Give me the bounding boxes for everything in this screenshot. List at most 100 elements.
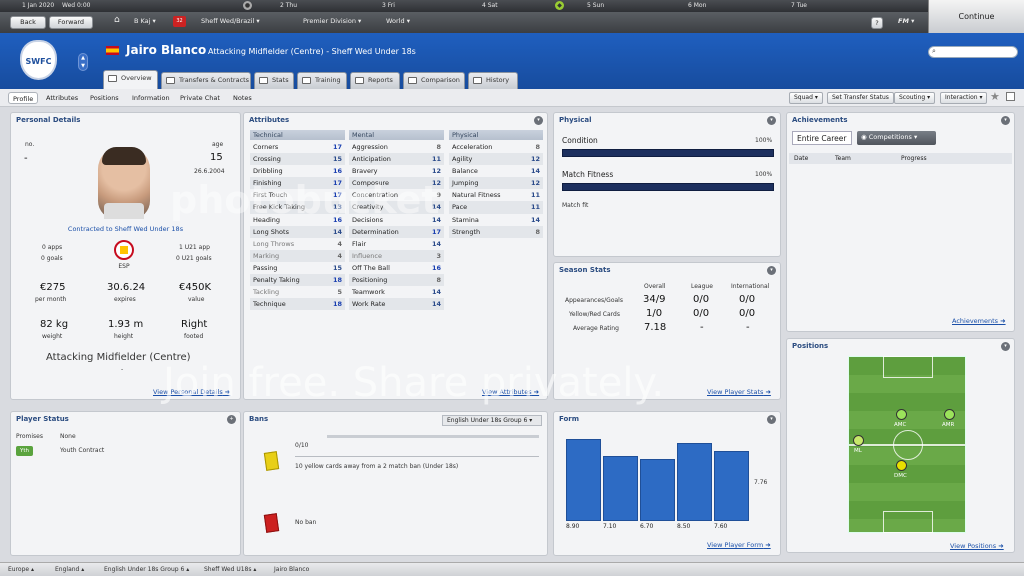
attribute-row[interactable]: Pace 11: [449, 201, 543, 214]
form-bar[interactable]: [677, 442, 712, 521]
attribute-row[interactable]: Heading 16: [250, 214, 345, 226]
subnav-private-chat[interactable]: Private Chat: [176, 92, 224, 104]
attribute-row[interactable]: Crossing 15: [250, 153, 345, 166]
world-dropdown[interactable]: World ▾: [386, 17, 410, 25]
attribute-row[interactable]: Composure 12: [349, 177, 444, 190]
panel-menu-icon[interactable]: ▾: [767, 116, 776, 125]
view-player-stats-link[interactable]: View Player Stats ➜: [707, 388, 771, 396]
subnav-information[interactable]: Information: [128, 92, 174, 104]
contract-link[interactable]: Contracted to Sheff Wed Under 18s: [11, 225, 240, 233]
back-button[interactable]: Back: [10, 16, 46, 29]
set-transfer-status-button[interactable]: Set Transfer Status: [827, 92, 894, 104]
position-dot-amc[interactable]: [896, 409, 907, 420]
attribute-row[interactable]: Off The Ball 16: [349, 262, 444, 274]
attribute-row[interactable]: Passing 15: [250, 262, 345, 274]
attribute-row[interactable]: Determination 17: [349, 225, 444, 238]
subnav-positions[interactable]: Positions: [86, 92, 123, 104]
inbox-icon[interactable]: 32: [173, 16, 186, 27]
attribute-row[interactable]: First Touch 17: [250, 189, 345, 201]
fm-menu[interactable]: FM ▾: [898, 17, 914, 25]
tab-overview[interactable]: Overview: [103, 70, 158, 89]
home-icon[interactable]: ⌂: [114, 15, 120, 25]
manager-dropdown[interactable]: B Kaj ▾: [134, 17, 156, 25]
form-bar[interactable]: [603, 455, 638, 521]
form-bar[interactable]: [640, 459, 675, 521]
attribute-row[interactable]: Natural Fitness 11: [449, 189, 543, 201]
breadcrumb-item[interactable]: English Under 18s Group 6 ▴: [104, 566, 189, 573]
view-personal-details-link[interactable]: View Personal Details ➜: [153, 388, 230, 396]
attribute-row[interactable]: Influence 3: [349, 249, 444, 262]
view-attributes-link[interactable]: View Attributes ➜: [482, 388, 539, 396]
date-item[interactable]: 5 Sun: [587, 2, 604, 9]
attribute-row[interactable]: Bravery 12: [349, 165, 444, 177]
competition-dropdown[interactable]: Premier Division ▾: [303, 17, 361, 25]
scouting-button[interactable]: Scouting ▾: [894, 92, 936, 104]
attribute-row[interactable]: Teamwork 14: [349, 286, 444, 298]
add-note-icon[interactable]: [1006, 92, 1015, 101]
panel-menu-icon[interactable]: ▾: [1001, 116, 1010, 125]
view-positions-link[interactable]: View Positions ➜: [950, 542, 1004, 550]
attribute-row[interactable]: Tackling 5: [250, 286, 345, 298]
position-dot-dmc[interactable]: [896, 460, 907, 471]
date-item[interactable]: 2 Thu: [280, 2, 297, 9]
player-switcher[interactable]: ▲ ▼: [78, 53, 88, 71]
achievements-link[interactable]: Achievements ➜: [952, 317, 1006, 325]
attribute-row[interactable]: Long Throws 4: [250, 238, 345, 250]
attribute-row[interactable]: Dribbling 16: [250, 165, 345, 177]
competitions-dropdown[interactable]: ◉ Competitions ▾: [857, 131, 936, 145]
attribute-row[interactable]: Flair 14: [349, 238, 444, 250]
attribute-row[interactable]: Agility 12: [449, 153, 543, 166]
panel-menu-icon[interactable]: ▾: [534, 116, 543, 125]
tab-training[interactable]: Training: [297, 72, 347, 89]
form-bar[interactable]: [566, 439, 601, 521]
form-bar[interactable]: [714, 451, 749, 521]
attribute-row[interactable]: Strength 8: [449, 225, 543, 238]
attribute-row[interactable]: Technique 18: [250, 298, 345, 311]
position-dot-ml[interactable]: [853, 435, 864, 446]
breadcrumb-item[interactable]: Europe ▴: [8, 566, 34, 573]
entire-career-button[interactable]: Entire Career: [792, 131, 852, 145]
subnav-profile[interactable]: Profile: [8, 92, 39, 104]
club-dropdown[interactable]: Sheff Wed/Brazil ▾: [201, 17, 260, 25]
attribute-row[interactable]: Creativity 14: [349, 201, 444, 214]
attribute-row[interactable]: Free Kick Taking 13: [250, 201, 345, 214]
forward-button[interactable]: Forward: [49, 16, 93, 29]
panel-menu-icon[interactable]: ▾: [1001, 342, 1010, 351]
attribute-row[interactable]: Positioning 8: [349, 274, 444, 287]
date-item[interactable]: 6 Mon: [688, 2, 706, 9]
attribute-row[interactable]: Jumping 12: [449, 177, 543, 190]
clock-icon[interactable]: ●: [243, 1, 252, 10]
attribute-row[interactable]: Finishing 17: [250, 177, 345, 190]
search-input[interactable]: ⌕: [928, 46, 1018, 58]
tab-comparison[interactable]: Comparison: [403, 72, 465, 89]
breadcrumb-item[interactable]: Sheff Wed U18s ▴: [204, 566, 256, 573]
attribute-row[interactable]: Balance 14: [449, 165, 543, 177]
date-item[interactable]: 3 Fri: [382, 2, 395, 9]
view-player-form-link[interactable]: View Player Form ➜: [707, 541, 771, 549]
panel-menu-icon[interactable]: ▾: [767, 266, 776, 275]
attribute-row[interactable]: Concentration 9: [349, 189, 444, 201]
match-icon[interactable]: ◆: [555, 1, 564, 10]
subnav-notes[interactable]: Notes: [229, 92, 256, 104]
date-item[interactable]: 7 Tue: [791, 2, 807, 9]
attribute-row[interactable]: Marking 4: [250, 249, 345, 262]
tab-transfers[interactable]: Transfers & Contracts: [161, 72, 251, 89]
subnav-attributes[interactable]: Attributes: [42, 92, 82, 104]
attribute-row[interactable]: Penalty Taking 18: [250, 274, 345, 287]
star-icon[interactable]: ★: [990, 90, 1000, 103]
tab-reports[interactable]: Reports: [350, 72, 400, 89]
bans-competition-dropdown[interactable]: English Under 18s Group 6 ▾: [442, 415, 542, 426]
panel-menu-icon[interactable]: +: [227, 415, 236, 424]
attribute-row[interactable]: Acceleration 8: [449, 141, 543, 153]
attribute-row[interactable]: Long Shots 14: [250, 225, 345, 238]
attribute-row[interactable]: Stamina 14: [449, 214, 543, 226]
position-dot-amr[interactable]: [944, 409, 955, 420]
tab-history[interactable]: History: [468, 72, 518, 89]
help-button[interactable]: ?: [871, 17, 883, 29]
interaction-button[interactable]: Interaction ▾: [940, 92, 988, 104]
tab-stats[interactable]: Stats: [254, 72, 294, 89]
attribute-row[interactable]: Decisions 14: [349, 214, 444, 226]
attribute-row[interactable]: Anticipation 11: [349, 153, 444, 166]
squad-button[interactable]: Squad ▾: [789, 92, 823, 104]
breadcrumb-item[interactable]: Jairo Blanco: [274, 566, 309, 573]
